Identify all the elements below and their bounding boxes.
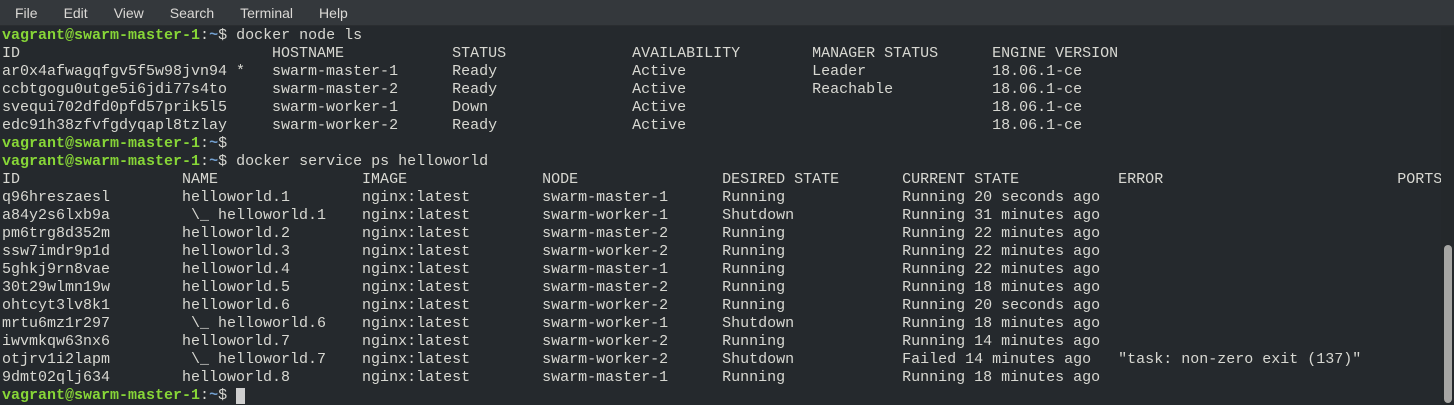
menu-item-edit[interactable]: Edit: [51, 2, 101, 24]
prompt-dollar: $: [218, 153, 228, 170]
prompt-user: vagrant@swarm-master-1: [2, 153, 201, 170]
prompt-line: vagrant@swarm-master-1:~$: [2, 387, 1454, 405]
prompt-colon: :: [200, 135, 210, 152]
table-row: ccbtgogu0utge5i6jdi77s4to swarm-master-2…: [2, 81, 1083, 98]
table-header-line: ID NAME IMAGE NODE DESIRED STATE CURRENT…: [2, 171, 1443, 188]
prompt-colon: :: [200, 387, 210, 404]
scrollbar[interactable]: [1441, 27, 1454, 405]
menu-item-search[interactable]: Search: [157, 2, 227, 24]
prompt-path: ~: [209, 27, 219, 44]
table-row: edc91h38zfvfgdyqapl8tzlay swarm-worker-2…: [2, 117, 1083, 134]
table-row: q96hreszaesl helloworld.1 nginx:latest s…: [2, 189, 1398, 206]
table-row: svequi702dfd0pfd57prik5l5 swarm-worker-1…: [2, 99, 1083, 116]
prompt-dollar: $: [218, 27, 228, 44]
prompt-line: vagrant@swarm-master-1:~$: [2, 135, 1454, 153]
prompt-path: ~: [209, 387, 219, 404]
table-row: ssw7imdr9p1d helloworld.3 nginx:latest s…: [2, 243, 1398, 260]
terminal-screen[interactable]: vagrant@swarm-master-1:~$ docker node ls…: [0, 27, 1454, 405]
prompt-dollar: $: [218, 135, 228, 152]
table-header-line: ID HOSTNAME STATUS AVAILABILITY MANAGER …: [2, 45, 1119, 62]
menu-item-terminal[interactable]: Terminal: [227, 2, 306, 24]
scrollbar-thumb[interactable]: [1444, 245, 1452, 403]
prompt-line: vagrant@swarm-master-1:~$ docker service…: [2, 153, 1454, 171]
table-row: 30t29wlmn19w helloworld.5 nginx:latest s…: [2, 279, 1398, 296]
table-row: mrtu6mz1r297 \_ helloworld.6 nginx:lates…: [2, 315, 1398, 332]
menu-item-help[interactable]: Help: [306, 2, 361, 24]
prompt-path: ~: [209, 135, 219, 152]
prompt-dollar: $: [218, 387, 228, 404]
prompt-user: vagrant@swarm-master-1: [2, 387, 201, 404]
table-row: ar0x4afwagqfgv5f5w98jvn94 * swarm-master…: [2, 63, 1083, 80]
terminal-cursor: [236, 388, 246, 404]
menu-item-file[interactable]: File: [2, 2, 51, 24]
table-row: ohtcyt3lv8k1 helloworld.6 nginx:latest s…: [2, 297, 1398, 314]
prompt-colon: :: [200, 27, 210, 44]
table-row: iwvmkqw63nx6 helloworld.7 nginx:latest s…: [2, 333, 1398, 350]
table-row: pm6trg8d352m helloworld.2 nginx:latest s…: [2, 225, 1398, 242]
prompt-colon: :: [200, 153, 210, 170]
terminal-window: File Edit View Search Terminal Help vagr…: [0, 0, 1454, 405]
prompt-user: vagrant@swarm-master-1: [2, 27, 201, 44]
table-row: 5ghkj9rn8vae helloworld.4 nginx:latest s…: [2, 261, 1398, 278]
prompt-user: vagrant@swarm-master-1: [2, 135, 201, 152]
prompt-path: ~: [209, 153, 219, 170]
table-row: 9dmt02qlj634 helloworld.8 nginx:latest s…: [2, 369, 1398, 386]
command-text: docker node ls: [227, 27, 363, 44]
table-row: a84y2s6lxb9a \_ helloworld.1 nginx:lates…: [2, 207, 1398, 224]
menu-bar: File Edit View Search Terminal Help: [0, 0, 1454, 26]
command-text: docker service ps helloworld: [227, 153, 489, 170]
prompt-line: vagrant@swarm-master-1:~$ docker node ls: [2, 27, 1454, 45]
table-row: otjrv1i2lapm \_ helloworld.7 nginx:lates…: [2, 351, 1398, 368]
menu-item-view[interactable]: View: [101, 2, 157, 24]
